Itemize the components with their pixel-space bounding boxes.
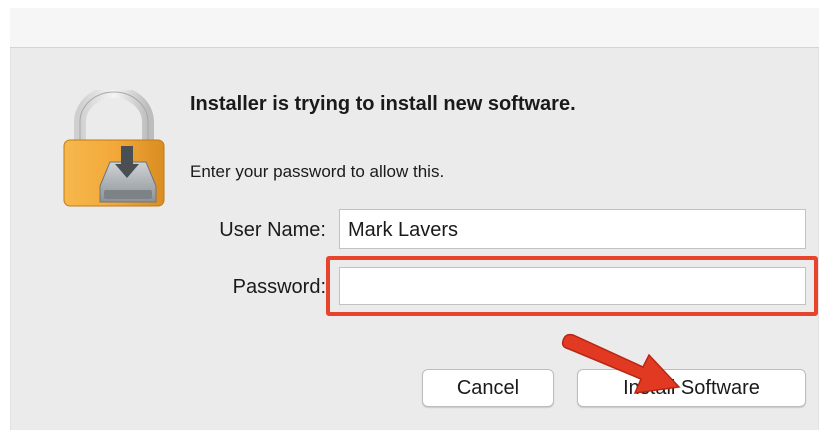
username-label: User Name: xyxy=(219,219,326,241)
dialog-subtitle: Enter your password to allow this. xyxy=(190,162,445,181)
install-software-button[interactable]: Install Software xyxy=(577,369,806,407)
password-label: Password: xyxy=(232,276,326,298)
username-field[interactable]: Mark Lavers xyxy=(339,209,806,249)
cancel-button[interactable]: Cancel xyxy=(422,369,554,407)
dialog-title: Installer is trying to install new softw… xyxy=(190,93,576,115)
window-titlebar xyxy=(10,8,819,48)
lock-install-icon xyxy=(63,90,165,207)
password-highlight-box xyxy=(326,256,818,316)
